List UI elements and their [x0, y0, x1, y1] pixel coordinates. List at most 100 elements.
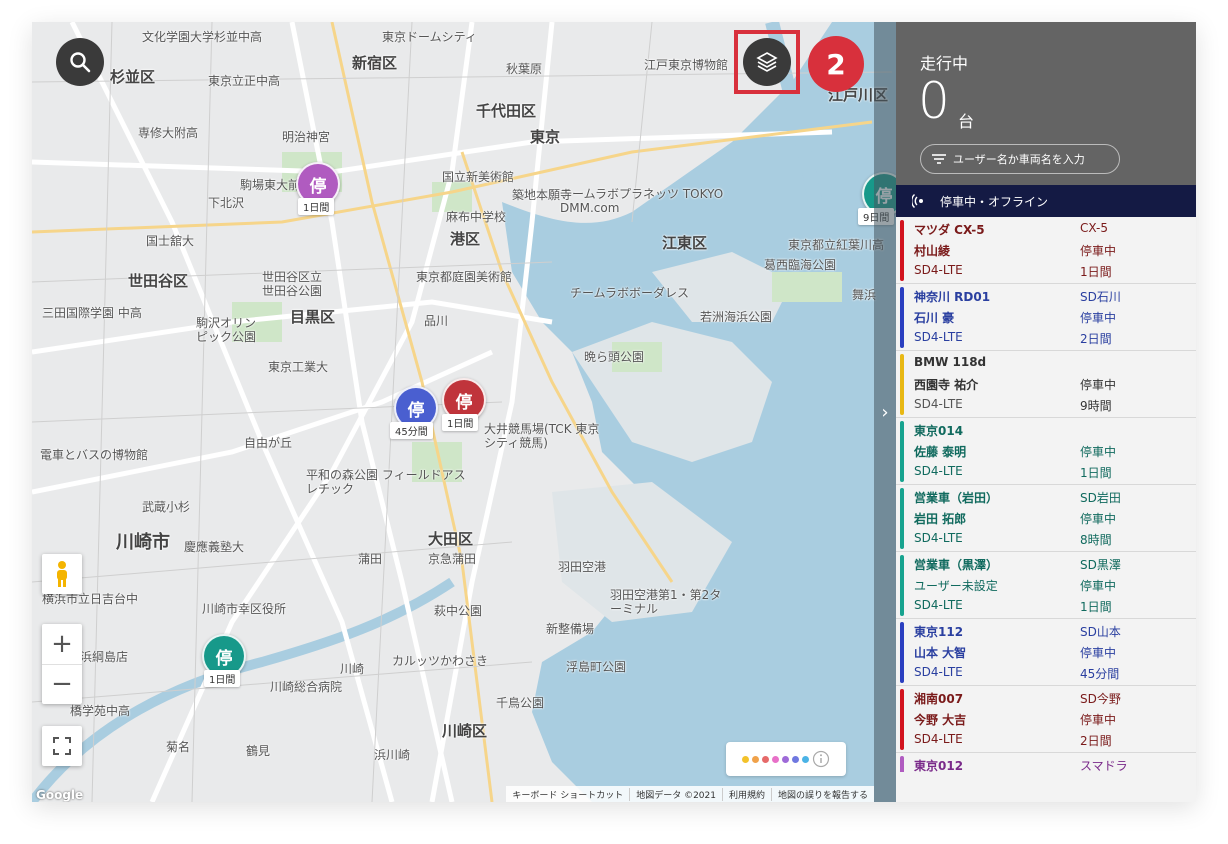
map-label-musashi-kosugi: 武蔵小杉	[142, 500, 191, 514]
vehicle-name: BMW 118d	[914, 355, 987, 369]
vehicle-marker-time: 1日間	[442, 414, 479, 431]
map-label-tsukiji: 築地本願寺	[512, 188, 573, 202]
zoom-out-button[interactable]: −	[42, 665, 82, 705]
vehicle-card[interactable]: 湘南007 SD今野 今野 大吉 停車中 SD4-LTE 2日間	[896, 686, 1196, 753]
map-label-azabu: 麻布中学校	[446, 210, 507, 224]
device-type: SD4-LTE	[914, 330, 963, 344]
vehicle-plate: SD石川	[1080, 290, 1121, 304]
running-unit: 台	[958, 112, 975, 131]
device-type: SD4-LTE	[914, 397, 963, 411]
map-label-kawasaki-ku: 川崎区	[442, 722, 488, 740]
map-label-suginami: 杉並区	[110, 68, 156, 86]
driver-name: 佐藤 泰明	[914, 445, 967, 459]
legend-dot	[802, 755, 809, 763]
vehicle-card[interactable]: 営業車（岩田） SD岩田 岩田 拓郎 停車中 SD4-LTE 8時間	[896, 485, 1196, 552]
running-label: 走行中	[920, 54, 969, 73]
vehicle-list[interactable]: マツダ CX-5 CX-5 村山綾 停車中 SD4-LTE 1日間 神奈川 RD…	[896, 217, 1196, 772]
legend-dot	[762, 755, 769, 763]
map-layers-button[interactable]	[743, 38, 791, 86]
vehicle-plate: SD山本	[1080, 625, 1121, 639]
vehicle-state: 停車中	[1080, 378, 1117, 392]
map-label-setagaya: 世田谷区	[128, 272, 189, 290]
legend-dot	[772, 755, 779, 763]
vehicle-name: 東京014	[914, 424, 964, 438]
map-label-ota: 大田区	[428, 530, 474, 548]
map-label-kokuritsu: 国立新美術館	[442, 170, 515, 184]
zoom-in-button[interactable]: +	[42, 624, 82, 665]
terms-link[interactable]: 利用規約	[721, 787, 771, 801]
map-label-meguro: 目黒区	[290, 308, 336, 326]
legend-dot	[742, 755, 749, 763]
vehicle-name: 東京112	[914, 625, 964, 639]
map-label-teien: 東京都庭園美術館	[416, 270, 513, 284]
stop-duration: 1日間	[1080, 466, 1112, 480]
google-logo: Google	[36, 788, 84, 802]
vehicle-card[interactable]: 営業車（黒澤） SD黒澤 ユーザー未設定 停車中 SD4-LTE 1日間	[896, 552, 1196, 619]
street-view-pegman[interactable]	[42, 554, 82, 594]
map-label-koto: 江東区	[662, 234, 708, 252]
map-label-shinseibi: 新整備場	[546, 622, 595, 636]
device-type: SD4-LTE	[914, 464, 963, 478]
panel-collapse-toggle[interactable]: ›	[874, 22, 896, 802]
panel-header: 走行中 0 台 ユーザー名か車両名を入力	[896, 22, 1196, 185]
map-label-keio: 慶應義塾大	[184, 540, 245, 554]
legend-dot	[752, 755, 759, 763]
vehicle-marker-time: 45分間	[390, 422, 433, 439]
map-label-hagi: 萩中公園	[434, 604, 483, 618]
device-type: SD4-LTE	[914, 665, 963, 679]
device-type: SD4-LTE	[914, 732, 963, 746]
vehicle-state: 停車中	[1080, 311, 1117, 325]
map-label-kikuna: 菊名	[166, 740, 191, 754]
map-label-keikyu-kamata: 京急蒲田	[428, 552, 477, 566]
status-color-legend[interactable]	[726, 742, 846, 776]
vehicle-name: 営業車（岩田）	[914, 491, 999, 505]
status-color-bar	[900, 488, 904, 549]
driver-name: 石川 豪	[914, 311, 955, 325]
vehicle-card[interactable]: 東京112 SD山本 山本 大智 停車中 SD4-LTE 45分間	[896, 619, 1196, 686]
vehicle-marker-time: 1日間	[204, 670, 241, 687]
map-label-tokyo-ritsu: 東京立正中高	[208, 74, 281, 88]
map-search-button[interactable]	[56, 38, 104, 86]
map-view[interactable]: 杉並区 新宿区 千代田区 東京 江東区 港区 世田谷区 目黒区 大田区 川崎市 …	[32, 22, 896, 802]
vehicle-card[interactable]: BMW 118d 西園寺 祐介 停車中 SD4-LTE 9時間	[896, 351, 1196, 418]
vehicle-state: 停車中	[1080, 713, 1117, 727]
zoom-control: + −	[42, 624, 82, 704]
vehicle-card[interactable]: マツダ CX-5 CX-5 村山綾 停車中 SD4-LTE 1日間	[896, 217, 1196, 284]
report-error-link[interactable]: 地図の誤りを報告する	[770, 787, 874, 801]
stop-duration: 1日間	[1080, 600, 1112, 614]
vehicle-filter-input[interactable]: ユーザー名か車両名を入力	[920, 144, 1120, 174]
keyboard-shortcuts-link[interactable]: キーボード ショートカット	[506, 788, 629, 801]
map-label-kamata: 蒲田	[358, 552, 383, 566]
status-section-header[interactable]: 停車中・オフライン	[896, 185, 1196, 217]
vehicle-plate: SD今野	[1080, 692, 1121, 706]
vehicle-state: 停車中	[1080, 445, 1117, 459]
vehicle-plate: SD岩田	[1080, 491, 1121, 505]
status-color-bar	[900, 555, 904, 616]
map-label-tokyo-dome: 東京ドームシティ	[382, 30, 477, 44]
legend-dot	[782, 755, 789, 763]
stop-duration: 8時間	[1080, 533, 1112, 547]
device-type: SD4-LTE	[914, 263, 963, 277]
vehicle-card[interactable]: 東京012 スマドラ	[896, 753, 1196, 772]
status-color-bar	[900, 622, 904, 683]
map-label-chiyoda: 千代田区	[476, 102, 537, 120]
step-badge: 2	[808, 36, 864, 92]
map-label-hamakawasaki: 浜川崎	[374, 748, 411, 762]
map-attribution: キーボード ショートカット 地図データ ©2021 利用規約 地図の誤りを報告す…	[506, 786, 874, 802]
driver-name: 今野 大吉	[914, 713, 967, 727]
map-label-chidori: 千鳥公園	[496, 696, 545, 710]
signal-icon	[912, 193, 923, 209]
vehicle-name: 東京012	[914, 759, 964, 772]
map-label-kokushikan: 国士舘大	[146, 234, 195, 248]
vehicle-card[interactable]: 東京014 佐藤 泰明 停車中 SD4-LTE 1日間	[896, 418, 1196, 485]
map-label-shinjuku: 新宿区	[352, 54, 398, 72]
map-label-komaba: 駒場東大前	[240, 178, 301, 192]
map-label-den-bus: 電車とバスの博物館	[40, 448, 149, 462]
layers-icon	[756, 52, 778, 72]
info-icon[interactable]	[812, 750, 830, 768]
map-label-teamlab-planets: チームラボプラネッツ TOKYO DMM.com	[560, 187, 724, 215]
map-label-minato: 港区	[450, 230, 481, 248]
map-data-text: 地図データ ©2021	[629, 787, 722, 801]
fullscreen-button[interactable]	[42, 726, 82, 766]
vehicle-card[interactable]: 神奈川 RD01 SD石川 石川 豪 停車中 SD4-LTE 2日間	[896, 284, 1196, 351]
